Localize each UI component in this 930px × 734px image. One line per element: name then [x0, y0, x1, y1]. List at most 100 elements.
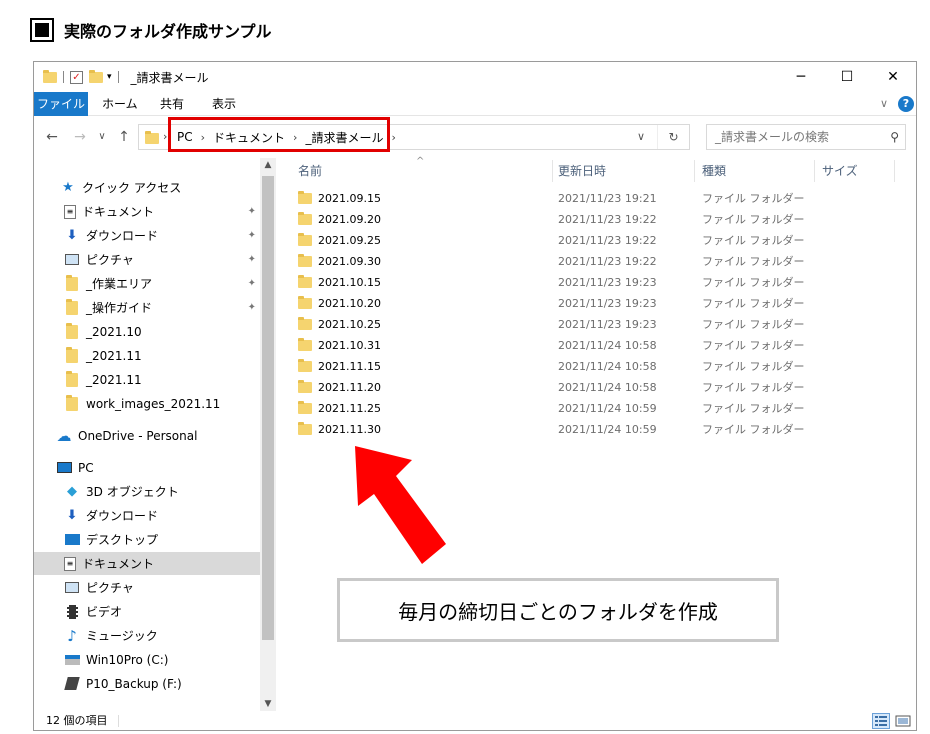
back-button[interactable]: ←	[42, 127, 62, 147]
help-icon[interactable]: ?	[898, 96, 914, 112]
sidebar-item-drive-f[interactable]: P10_Backup (F:)	[34, 672, 260, 695]
sidebar-item-drive-c[interactable]: Win10Pro (C:)	[34, 648, 260, 671]
table-row[interactable]: 2021.10.25 2021/11/23 19:23 ファイル フォルダー	[298, 314, 838, 335]
callout-box: 毎月の締切日ごとのフォルダを作成	[337, 578, 779, 642]
chevron-right-icon[interactable]: ›	[163, 130, 167, 143]
page-heading: 実際のフォルダ作成サンプル	[30, 18, 272, 42]
scroll-down-icon[interactable]: ▼	[260, 699, 276, 709]
file-name-cell[interactable]: 2021.11.15	[298, 356, 381, 377]
pin-icon[interactable]: ✦	[248, 278, 256, 289]
file-name-cell[interactable]: 2021.09.25	[298, 230, 381, 251]
sidebar-item-work-images[interactable]: work_images_2021.11	[34, 392, 260, 415]
sidebar-item-label: _2021.11	[86, 348, 142, 363]
refresh-button[interactable]: ↻	[657, 125, 689, 149]
search-icon[interactable]: ⚲	[890, 125, 899, 149]
column-divider[interactable]	[814, 160, 815, 182]
table-row[interactable]: 2021.11.25 2021/11/24 10:59 ファイル フォルダー	[298, 398, 838, 419]
tab-view[interactable]: 表示	[212, 92, 236, 116]
video-icon	[64, 604, 80, 619]
sidebar-item-pc-pictures[interactable]: ピクチャ	[34, 576, 260, 599]
new-folder-icon[interactable]	[89, 69, 103, 83]
file-name-cell[interactable]: 2021.11.30	[298, 419, 381, 440]
table-row[interactable]: 2021.09.25 2021/11/23 19:22 ファイル フォルダー	[298, 230, 838, 251]
tab-file[interactable]: ファイル	[34, 92, 88, 116]
table-row[interactable]: 2021.11.15 2021/11/24 10:58 ファイル フォルダー	[298, 356, 838, 377]
column-divider[interactable]	[694, 160, 695, 182]
file-name-cell[interactable]: 2021.10.25	[298, 314, 381, 335]
column-divider[interactable]	[552, 160, 553, 182]
sidebar-item-downloads[interactable]: ⬇ ダウンロード ✦	[34, 224, 260, 247]
sidebar-item-2021-11-b[interactable]: _2021.11	[34, 368, 260, 391]
sidebar-item-pc[interactable]: PC	[34, 456, 260, 479]
file-name-cell[interactable]: 2021.10.20	[298, 293, 381, 314]
sidebar-item-pictures[interactable]: ピクチャ ✦	[34, 248, 260, 271]
scroll-thumb[interactable]	[262, 176, 274, 640]
search-input[interactable]: _請求書メールの検索 ⚲	[706, 124, 906, 150]
pin-icon[interactable]: ✦	[248, 254, 256, 265]
table-row[interactable]: 2021.10.20 2021/11/23 19:23 ファイル フォルダー	[298, 293, 838, 314]
sidebar-item-3d-objects[interactable]: ◆ 3D オブジェクト	[34, 480, 260, 503]
callout-text: 毎月の締切日ごとのフォルダを作成	[398, 599, 718, 624]
table-row[interactable]: 2021.09.20 2021/11/23 19:22 ファイル フォルダー	[298, 209, 838, 230]
file-name-cell[interactable]: 2021.11.25	[298, 398, 381, 419]
pin-icon[interactable]: ✦	[248, 230, 256, 241]
sidebar-item-label: クイック アクセス	[82, 181, 182, 195]
navigation-scrollbar[interactable]: ▲ ▼	[260, 158, 276, 711]
column-header-type[interactable]: 種類	[702, 158, 726, 184]
details-view-button[interactable]	[872, 713, 890, 729]
table-row[interactable]: 2021.09.15 2021/11/23 19:21 ファイル フォルダー	[298, 188, 838, 209]
sidebar-item-onedrive[interactable]: ☁ OneDrive - Personal	[34, 424, 260, 447]
table-row[interactable]: 2021.09.30 2021/11/23 19:22 ファイル フォルダー	[298, 251, 838, 272]
table-row[interactable]: 2021.10.15 2021/11/23 19:23 ファイル フォルダー	[298, 272, 838, 293]
forward-button[interactable]: →	[70, 127, 90, 147]
tab-home[interactable]: ホーム	[102, 92, 138, 116]
sidebar-item-2021-10[interactable]: _2021.10	[34, 320, 260, 343]
file-name-cell[interactable]: 2021.10.31	[298, 335, 381, 356]
pin-icon[interactable]: ✦	[248, 206, 256, 217]
sidebar-item-operation-guide[interactable]: _操作ガイド ✦	[34, 296, 260, 319]
file-name-cell[interactable]: 2021.09.15	[298, 188, 381, 209]
file-name-cell[interactable]: 2021.09.30	[298, 251, 381, 272]
column-divider[interactable]	[894, 160, 895, 182]
up-button[interactable]: ↑	[114, 127, 134, 147]
chevron-right-icon[interactable]: ›	[391, 131, 395, 144]
minimize-button[interactable]: ─	[778, 62, 824, 92]
column-header-size[interactable]: サイズ	[822, 158, 858, 184]
customize-toolbar-icon[interactable]: ▾	[107, 72, 112, 82]
sidebar-item-pc-documents[interactable]: ≡ ドキュメント	[34, 552, 260, 575]
chevron-down-icon[interactable]: ∨	[637, 125, 645, 149]
table-row[interactable]: 2021.11.30 2021/11/24 10:59 ファイル フォルダー	[298, 419, 838, 440]
sidebar-item-music[interactable]: ♪ ミュージック	[34, 624, 260, 647]
sidebar-item-2021-11[interactable]: _2021.11	[34, 344, 260, 367]
recent-locations-button[interactable]: ∨	[92, 127, 112, 147]
sidebar-item-quick-access[interactable]: ★ クイック アクセス	[34, 176, 260, 199]
ribbon-tabs: ファイル ホーム 共有 表示 ∨ ?	[34, 92, 916, 116]
file-modified: 2021/11/24 10:58	[558, 339, 657, 352]
table-row[interactable]: 2021.11.20 2021/11/24 10:58 ファイル フォルダー	[298, 377, 838, 398]
address-highlight-box	[168, 117, 390, 152]
sidebar-item-label: OneDrive - Personal	[78, 428, 198, 443]
file-name-cell[interactable]: 2021.11.20	[298, 377, 381, 398]
document-icon: ≡	[64, 556, 76, 571]
sidebar-item-work-area[interactable]: _作業エリア ✦	[34, 272, 260, 295]
sidebar-item-desktop[interactable]: デスクトップ	[34, 528, 260, 551]
file-name-cell[interactable]: 2021.09.20	[298, 209, 381, 230]
column-header-name[interactable]: 名前	[298, 158, 322, 184]
tab-share[interactable]: 共有	[160, 92, 184, 116]
sidebar-item-documents[interactable]: ≡ ドキュメント ✦	[34, 200, 260, 223]
file-name: 2021.10.25	[318, 318, 381, 331]
file-name-cell[interactable]: 2021.10.15	[298, 272, 381, 293]
table-row[interactable]: 2021.10.31 2021/11/24 10:58 ファイル フォルダー	[298, 335, 838, 356]
expand-ribbon-icon[interactable]: ∨	[880, 92, 888, 116]
folder-icon	[298, 401, 312, 414]
scroll-up-icon[interactable]: ▲	[260, 160, 276, 170]
file-name: 2021.11.15	[318, 360, 381, 373]
large-icons-view-button[interactable]	[894, 713, 912, 729]
maximize-button[interactable]: ☐	[824, 62, 870, 92]
column-header-modified[interactable]: 更新日時	[558, 158, 606, 184]
sidebar-item-pc-downloads[interactable]: ⬇ ダウンロード	[34, 504, 260, 527]
properties-icon[interactable]: ✓	[70, 70, 83, 84]
sidebar-item-videos[interactable]: ビデオ	[34, 600, 260, 623]
pin-icon[interactable]: ✦	[248, 302, 256, 313]
close-button[interactable]: ✕	[870, 62, 916, 92]
